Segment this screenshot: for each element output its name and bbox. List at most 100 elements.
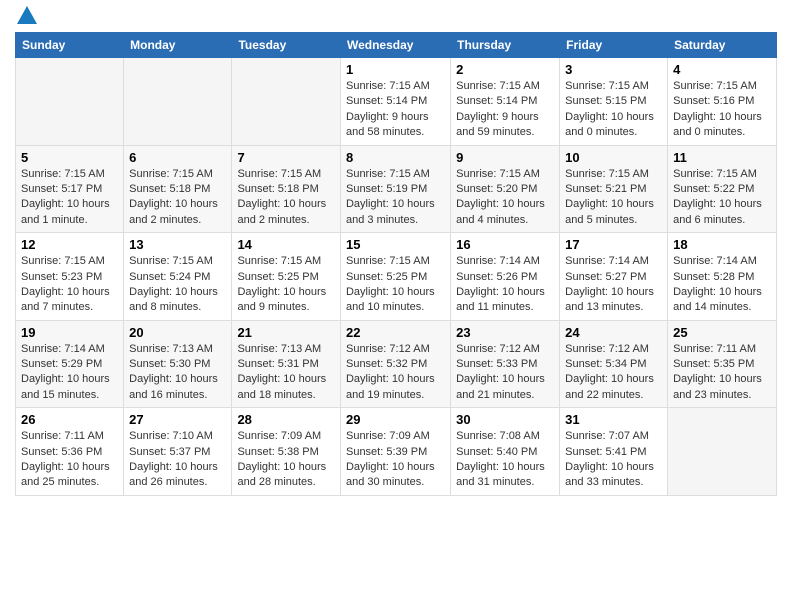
cell-info: Sunrise: 7:15 AMSunset: 5:20 PMDaylight:… [456, 167, 554, 229]
cell-date: 22 [346, 325, 445, 340]
calendar-cell: 15 Sunrise: 7:15 AMSunset: 5:25 PMDayligh… [340, 233, 450, 321]
cell-info: Sunrise: 7:13 AMSunset: 5:30 PMDaylight:… [129, 342, 226, 404]
logo-icon [17, 6, 37, 24]
cell-date: 13 [129, 237, 226, 252]
cell-info: Sunrise: 7:07 AMSunset: 5:41 PMDaylight:… [565, 429, 662, 491]
cell-info: Sunrise: 7:13 AMSunset: 5:31 PMDaylight:… [237, 342, 335, 404]
calendar-table: SundayMondayTuesdayWednesdayThursdayFrid… [15, 32, 777, 496]
calendar-header-row: SundayMondayTuesdayWednesdayThursdayFrid… [16, 33, 777, 58]
cell-date: 15 [346, 237, 445, 252]
cell-date: 7 [237, 150, 335, 165]
cell-info: Sunrise: 7:12 AMSunset: 5:34 PMDaylight:… [565, 342, 662, 404]
calendar-cell: 6 Sunrise: 7:15 AMSunset: 5:18 PMDaylight… [124, 145, 232, 233]
cell-info: Sunrise: 7:14 AMSunset: 5:29 PMDaylight:… [21, 342, 118, 404]
page-header [15, 10, 777, 24]
calendar-cell: 4 Sunrise: 7:15 AMSunset: 5:16 PMDaylight… [668, 58, 777, 146]
cell-info: Sunrise: 7:12 AMSunset: 5:32 PMDaylight:… [346, 342, 445, 404]
cell-info: Sunrise: 7:09 AMSunset: 5:39 PMDaylight:… [346, 429, 445, 491]
cell-date: 8 [346, 150, 445, 165]
calendar-cell: 29 Sunrise: 7:09 AMSunset: 5:39 PMDayligh… [340, 408, 450, 496]
calendar-cell: 12Sunrise: 7:15 AMSunset: 5:23 PMDayligh… [16, 233, 124, 321]
calendar-cell: 8 Sunrise: 7:15 AMSunset: 5:19 PMDaylight… [340, 145, 450, 233]
calendar-cell: 30Sunrise: 7:08 AMSunset: 5:40 PMDayligh… [451, 408, 560, 496]
cell-info: Sunrise: 7:14 AMSunset: 5:27 PMDaylight:… [565, 254, 662, 316]
calendar-cell: 11Sunrise: 7:15 AMSunset: 5:22 PMDayligh… [668, 145, 777, 233]
calendar-cell: 5 Sunrise: 7:15 AMSunset: 5:17 PMDaylight… [16, 145, 124, 233]
logo [15, 10, 37, 24]
cell-info: Sunrise: 7:10 AMSunset: 5:37 PMDaylight:… [129, 429, 226, 491]
calendar-cell: 31Sunrise: 7:07 AMSunset: 5:41 PMDayligh… [560, 408, 668, 496]
cell-date: 29 [346, 412, 445, 427]
cell-info: Sunrise: 7:15 AMSunset: 5:18 PMDaylight:… [237, 167, 335, 229]
cell-date: 9 [456, 150, 554, 165]
cell-date: 28 [237, 412, 335, 427]
cell-info: Sunrise: 7:15 AMSunset: 5:19 PMDaylight:… [346, 167, 445, 229]
calendar-week-row: 12Sunrise: 7:15 AMSunset: 5:23 PMDayligh… [16, 233, 777, 321]
cell-date: 10 [565, 150, 662, 165]
calendar-header-sunday: Sunday [16, 33, 124, 58]
cell-date: 2 [456, 62, 554, 77]
calendar-header-friday: Friday [560, 33, 668, 58]
cell-date: 18 [673, 237, 771, 252]
calendar-cell: 22 Sunrise: 7:12 AMSunset: 5:32 PMDayligh… [340, 320, 450, 408]
cell-info: Sunrise: 7:14 AMSunset: 5:28 PMDaylight:… [673, 254, 771, 316]
cell-date: 23 [456, 325, 554, 340]
cell-info: Sunrise: 7:15 AMSunset: 5:25 PMDaylight:… [237, 254, 335, 316]
calendar-cell: 28 Sunrise: 7:09 AMSunset: 5:38 PMDayligh… [232, 408, 341, 496]
cell-date: 27 [129, 412, 226, 427]
calendar-cell [668, 408, 777, 496]
calendar-week-row: 5 Sunrise: 7:15 AMSunset: 5:17 PMDaylight… [16, 145, 777, 233]
cell-info: Sunrise: 7:15 AMSunset: 5:18 PMDaylight:… [129, 167, 226, 229]
calendar-cell: 7 Sunrise: 7:15 AMSunset: 5:18 PMDaylight… [232, 145, 341, 233]
calendar-cell: 13Sunrise: 7:15 AMSunset: 5:24 PMDayligh… [124, 233, 232, 321]
cell-info: Sunrise: 7:14 AMSunset: 5:26 PMDaylight:… [456, 254, 554, 316]
calendar-cell: 17 Sunrise: 7:14 AMSunset: 5:27 PMDayligh… [560, 233, 668, 321]
calendar-cell: 10Sunrise: 7:15 AMSunset: 5:21 PMDayligh… [560, 145, 668, 233]
cell-date: 17 [565, 237, 662, 252]
cell-date: 14 [237, 237, 335, 252]
calendar-week-row: 26 Sunrise: 7:11 AMSunset: 5:36 PMDayligh… [16, 408, 777, 496]
cell-info: Sunrise: 7:11 AMSunset: 5:36 PMDaylight:… [21, 429, 118, 491]
calendar-cell: 14 Sunrise: 7:15 AMSunset: 5:25 PMDayligh… [232, 233, 341, 321]
cell-date: 24 [565, 325, 662, 340]
calendar-cell: 19 Sunrise: 7:14 AMSunset: 5:29 PMDayligh… [16, 320, 124, 408]
cell-info: Sunrise: 7:15 AMSunset: 5:23 PMDaylight:… [21, 254, 118, 316]
cell-date: 5 [21, 150, 118, 165]
calendar-header-tuesday: Tuesday [232, 33, 341, 58]
cell-date: 30 [456, 412, 554, 427]
cell-info: Sunrise: 7:09 AMSunset: 5:38 PMDaylight:… [237, 429, 335, 491]
cell-date: 19 [21, 325, 118, 340]
calendar-cell: 27 Sunrise: 7:10 AMSunset: 5:37 PMDayligh… [124, 408, 232, 496]
calendar-cell: 2 Sunrise: 7:15 AMSunset: 5:14 PMDaylight… [451, 58, 560, 146]
cell-date: 20 [129, 325, 226, 340]
calendar-cell: 21 Sunrise: 7:13 AMSunset: 5:31 PMDayligh… [232, 320, 341, 408]
cell-date: 4 [673, 62, 771, 77]
calendar-cell: 25Sunrise: 7:11 AMSunset: 5:35 PMDayligh… [668, 320, 777, 408]
calendar-cell: 16 Sunrise: 7:14 AMSunset: 5:26 PMDayligh… [451, 233, 560, 321]
cell-date: 26 [21, 412, 118, 427]
calendar-cell: 18 Sunrise: 7:14 AMSunset: 5:28 PMDayligh… [668, 233, 777, 321]
cell-date: 1 [346, 62, 445, 77]
cell-info: Sunrise: 7:15 AMSunset: 5:16 PMDaylight:… [673, 79, 771, 141]
calendar-header-wednesday: Wednesday [340, 33, 450, 58]
cell-date: 3 [565, 62, 662, 77]
cell-info: Sunrise: 7:15 AMSunset: 5:14 PMDaylight:… [346, 79, 445, 141]
calendar-cell [232, 58, 341, 146]
calendar-cell: 9 Sunrise: 7:15 AMSunset: 5:20 PMDaylight… [451, 145, 560, 233]
cell-info: Sunrise: 7:15 AMSunset: 5:25 PMDaylight:… [346, 254, 445, 316]
calendar-cell: 23 Sunrise: 7:12 AMSunset: 5:33 PMDayligh… [451, 320, 560, 408]
calendar-week-row: 19 Sunrise: 7:14 AMSunset: 5:29 PMDayligh… [16, 320, 777, 408]
cell-date: 16 [456, 237, 554, 252]
cell-date: 6 [129, 150, 226, 165]
cell-date: 21 [237, 325, 335, 340]
calendar-cell: 20 Sunrise: 7:13 AMSunset: 5:30 PMDayligh… [124, 320, 232, 408]
calendar-cell [124, 58, 232, 146]
cell-info: Sunrise: 7:15 AMSunset: 5:17 PMDaylight:… [21, 167, 118, 229]
calendar-cell: 24 Sunrise: 7:12 AMSunset: 5:34 PMDayligh… [560, 320, 668, 408]
cell-date: 25 [673, 325, 771, 340]
cell-info: Sunrise: 7:12 AMSunset: 5:33 PMDaylight:… [456, 342, 554, 404]
cell-info: Sunrise: 7:15 AMSunset: 5:14 PMDaylight:… [456, 79, 554, 141]
calendar-cell: 26 Sunrise: 7:11 AMSunset: 5:36 PMDayligh… [16, 408, 124, 496]
page-container: SundayMondayTuesdayWednesdayThursdayFrid… [0, 0, 792, 506]
calendar-cell: 1 Sunrise: 7:15 AMSunset: 5:14 PMDaylight… [340, 58, 450, 146]
